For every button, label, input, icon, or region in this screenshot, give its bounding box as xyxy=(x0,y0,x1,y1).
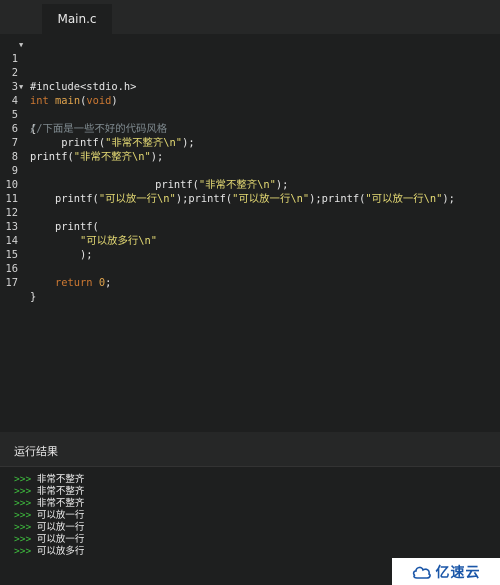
code-line: 10 printf("可以放一行\n");printf("可以放一行\n");p… xyxy=(0,164,500,205)
tab-main-c[interactable]: Main.c xyxy=(42,4,112,34)
code-line: 2 xyxy=(0,52,500,79)
watermark-text: 亿速云 xyxy=(435,564,481,581)
code-line: 12 printf( xyxy=(0,192,500,233)
output-line: >>> 可以放一行 xyxy=(14,522,84,534)
keyword: return xyxy=(55,277,93,289)
output-line: >>> 可以放多行 xyxy=(14,546,84,558)
output-text: 可以放一行 xyxy=(36,522,85,533)
code-editor[interactable]: 1 ▼ #include<stdio.h> 2 3 int main(void)… xyxy=(0,36,500,432)
prompt-marker: >>> xyxy=(14,510,32,521)
code-line: 8 xyxy=(0,136,500,163)
output-line: >>> 非常不整齐 xyxy=(14,474,84,486)
output-line: >>> 可以放一行 xyxy=(14,534,84,546)
code-line: 9 printf("非常不整齐\n"); xyxy=(0,150,500,191)
code-line: 5 //下面是一些不好的代码风格 xyxy=(0,94,500,135)
code-line: 15 xyxy=(0,234,500,261)
code-line: 11 xyxy=(0,178,500,205)
code-line: 6 printf("非常不整齐\n"); xyxy=(0,108,500,149)
output-line: >>> 非常不整齐 xyxy=(14,498,84,510)
output-line: >>> 可以放一行 xyxy=(14,510,84,522)
fold-arrow-icon[interactable]: ▼ xyxy=(19,38,23,52)
result-title: 运行结果 xyxy=(14,445,58,458)
prompt-marker: >>> xyxy=(14,486,32,497)
prompt-marker: >>> xyxy=(14,546,32,557)
code-line: 17 } xyxy=(0,262,500,303)
prompt-marker: >>> xyxy=(14,522,32,533)
code-line: 14 ); xyxy=(0,220,500,261)
watermark-logo: 亿速云 xyxy=(392,558,500,585)
code-line: 13 "可以放多行\n" xyxy=(0,206,500,247)
code-text: } xyxy=(30,291,37,303)
code-line: 7 printf("非常不整齐\n"); xyxy=(0,122,500,163)
output-text: 非常不整齐 xyxy=(36,474,85,485)
cloud-logo-icon xyxy=(412,566,431,579)
code-line: 16 return 0; xyxy=(0,248,500,289)
prompt-marker: >>> xyxy=(14,498,32,509)
output-text: 非常不整齐 xyxy=(36,486,85,497)
output-text: 可以放多行 xyxy=(36,546,85,557)
code-text: ; xyxy=(105,277,112,289)
output-text: 可以放一行 xyxy=(36,510,85,521)
result-header: 运行结果 xyxy=(0,432,500,467)
line-number: 17 xyxy=(5,277,18,289)
fold-arrow-icon[interactable]: ▼ xyxy=(19,80,23,94)
code-line: 4 ▼ { xyxy=(0,80,500,135)
output-text: 可以放一行 xyxy=(36,534,85,545)
code-line: 3 int main(void) xyxy=(0,66,500,107)
tab-bar: Main.c xyxy=(0,0,500,34)
output-text: 非常不整齐 xyxy=(36,498,85,509)
output-line: >>> 非常不整齐 xyxy=(14,486,84,498)
prompt-marker: >>> xyxy=(14,474,32,485)
code-line: 1 ▼ #include<stdio.h> xyxy=(0,38,500,93)
prompt-marker: >>> xyxy=(14,534,32,545)
